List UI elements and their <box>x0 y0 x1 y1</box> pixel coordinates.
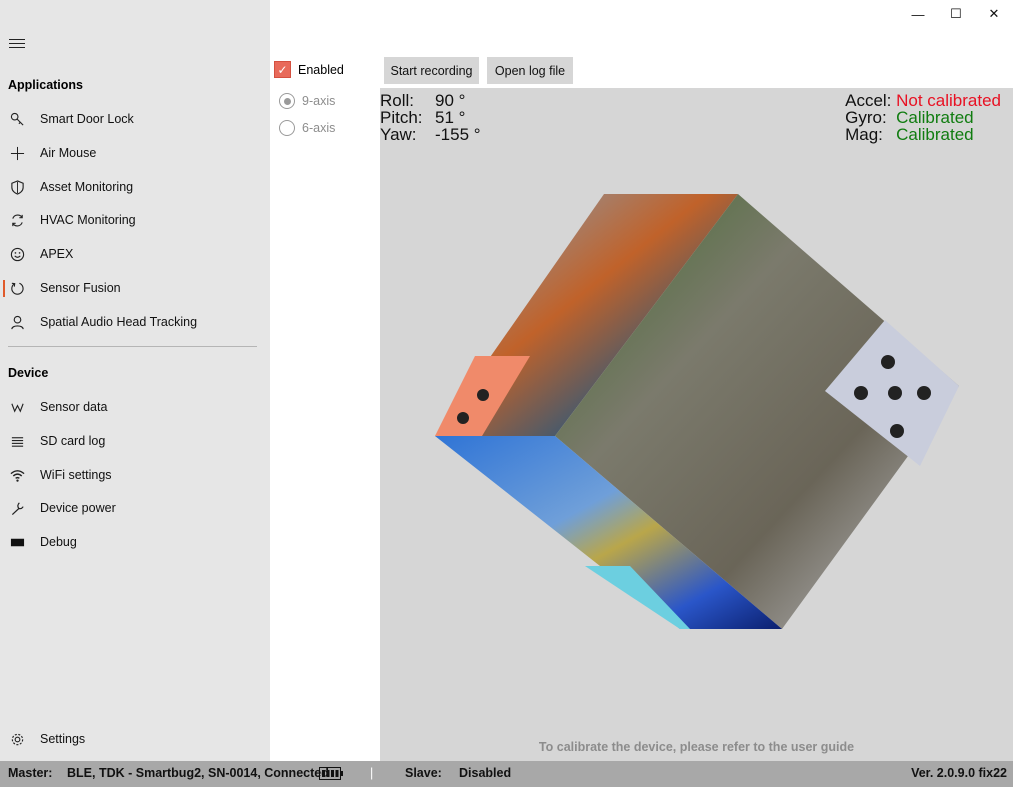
minimize-button[interactable]: — <box>899 0 937 28</box>
nav-item-label: HVAC Monitoring <box>40 213 136 227</box>
nav-item-label: Asset Monitoring <box>40 180 134 194</box>
nav-item-asset-monitoring[interactable]: Asset Monitoring <box>0 170 270 204</box>
status-separator: | <box>370 766 374 780</box>
nav-item-label: WiFi settings <box>40 468 112 482</box>
master-label: Master: <box>8 766 53 780</box>
sync-icon <box>0 213 40 228</box>
key-icon <box>0 112 40 127</box>
slave-value: Disabled <box>459 766 512 780</box>
device-section-title: Device <box>8 366 49 380</box>
nav-item-label: Debug <box>40 535 77 549</box>
nav-item-sd-card-log[interactable]: SD card log <box>0 424 270 458</box>
wifi-icon <box>0 468 40 483</box>
radio-selected-icon <box>279 93 295 109</box>
nav-item-debug[interactable]: Debug <box>0 525 270 559</box>
wave-icon <box>0 400 40 415</box>
nav-item-label: Spatial Audio Head Tracking <box>40 315 198 329</box>
move-icon <box>0 146 40 161</box>
calibration-hint: To calibrate the device, please refer to… <box>538 740 855 754</box>
orientation-cube <box>435 194 959 629</box>
nav-item-label: APEX <box>40 247 74 261</box>
nav-item-label: Device power <box>40 501 116 515</box>
nav-item-label: Air Mouse <box>40 146 97 160</box>
applications-section-title: Applications <box>8 78 84 92</box>
start-recording-button[interactable]: Start recording <box>384 57 479 84</box>
battery-icon <box>319 767 343 783</box>
smiley-icon <box>0 247 40 262</box>
nav-item-label: Sensor data <box>40 400 108 414</box>
nav-item-smart-door-lock[interactable]: Smart Door Lock <box>0 102 270 136</box>
window-controls: — ☐ ✕ <box>899 0 1013 28</box>
nav-item-air-mouse[interactable]: Air Mouse <box>0 136 270 170</box>
nav-item-device-power[interactable]: Device power <box>0 491 270 525</box>
refresh-icon <box>0 281 40 296</box>
sensor-fusion-3d-view[interactable]: Roll: 90 ° Pitch: 51 ° Yaw: -155 ° Accel: No… <box>380 88 1013 761</box>
nine-axis-radio[interactable]: 9-axis <box>279 93 335 109</box>
open-log-file-button[interactable]: Open log file <box>487 57 573 84</box>
terminal-icon <box>0 535 40 550</box>
six-axis-radio[interactable]: 6-axis <box>279 120 335 136</box>
gear-icon <box>0 732 40 747</box>
list-icon <box>0 434 40 449</box>
enabled-label: Enabled <box>298 62 344 77</box>
six-axis-label: 6-axis <box>302 121 336 135</box>
options-panel <box>270 0 380 761</box>
nav-item-label: Settings <box>40 732 86 746</box>
nine-axis-label: 9-axis <box>302 94 336 108</box>
checkmark-icon: ✓ <box>274 61 291 78</box>
nav-item-spatial-audio[interactable]: Spatial Audio Head Tracking <box>0 305 270 339</box>
close-button[interactable]: ✕ <box>975 0 1013 28</box>
wrench-icon <box>0 501 40 516</box>
nav-item-hvac-monitoring[interactable]: HVAC Monitoring <box>0 203 270 237</box>
nav-divider <box>8 346 257 347</box>
radio-unselected-icon <box>279 120 295 136</box>
nav-item-sensor-data[interactable]: Sensor data <box>0 390 270 424</box>
version-label: Ver. 2.0.9.0 fix22 <box>911 766 1007 780</box>
hamburger-menu-icon[interactable] <box>9 36 25 52</box>
maximize-button[interactable]: ☐ <box>937 0 975 28</box>
status-bar: Master: BLE, TDK - Smartbug2, SN-0014, C… <box>0 761 1013 787</box>
nav-item-apex[interactable]: APEX <box>0 237 270 271</box>
enabled-checkbox[interactable]: ✓ Enabled <box>274 61 344 78</box>
master-value: BLE, TDK - Smartbug2, SN-0014, Connected <box>67 766 329 780</box>
nav-item-label: Smart Door Lock <box>40 112 134 126</box>
slave-label: Slave: <box>405 766 442 780</box>
sidebar: Applications Smart Door Lock Air Mouse A… <box>0 0 270 761</box>
nav-item-settings[interactable]: Settings <box>0 722 270 756</box>
nav-item-wifi-settings[interactable]: WiFi settings <box>0 458 270 492</box>
person-icon <box>0 315 40 330</box>
nav-item-label: SD card log <box>40 434 106 448</box>
shield-icon <box>0 179 40 195</box>
nav-item-label: Sensor Fusion <box>40 281 121 295</box>
nav-item-sensor-fusion[interactable]: Sensor Fusion <box>0 271 270 305</box>
